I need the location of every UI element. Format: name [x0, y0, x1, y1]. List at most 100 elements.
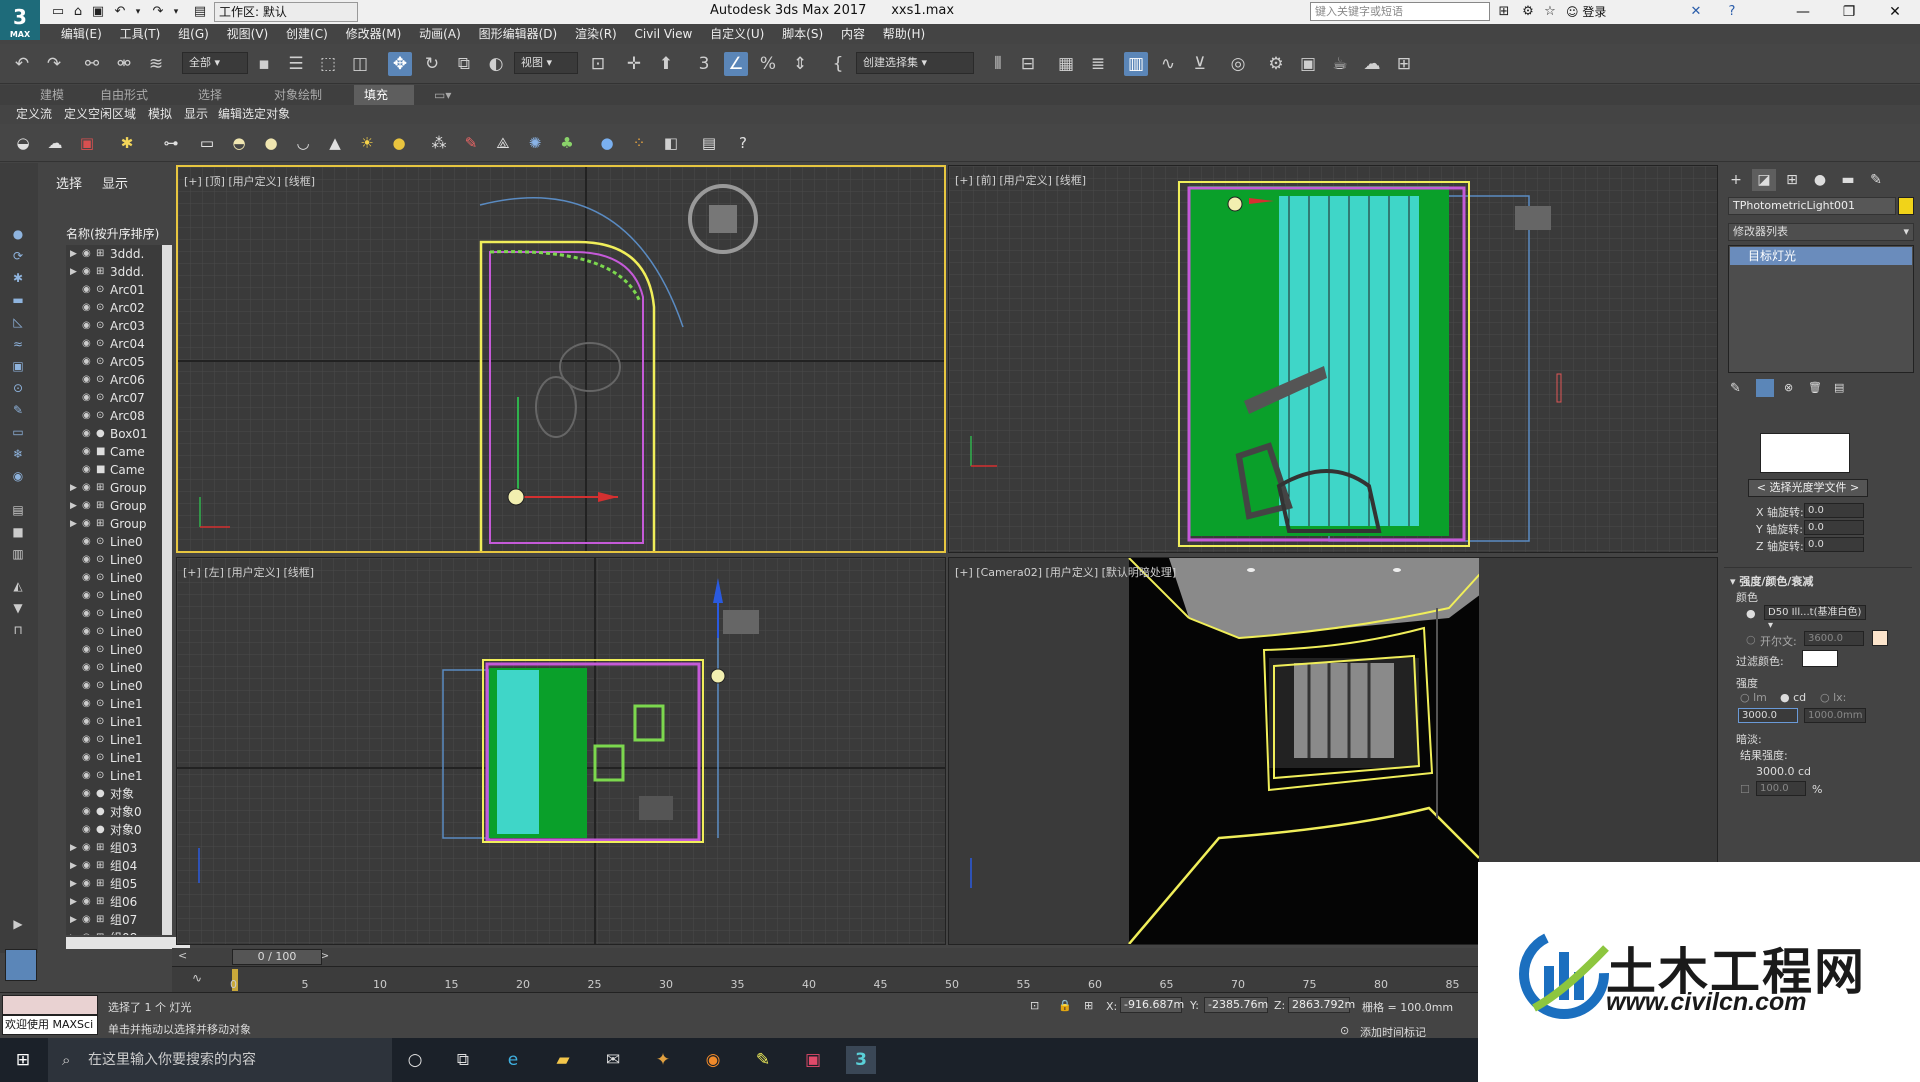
scene-explorer-row[interactable]: ▶ ◉ ⊞ Group	[66, 497, 162, 515]
render-production-icon[interactable]: ☕	[1328, 52, 1352, 76]
scene-explorer-row[interactable]: ▶ ◉ ⊞ 组08	[66, 929, 162, 935]
layer-explorer-icon[interactable]: ≣	[1086, 52, 1110, 76]
isolate-selection-icon[interactable]: ⊡	[1030, 999, 1039, 1012]
scene-explorer-row[interactable]: ▶ ◉ ⊞ Group	[66, 515, 162, 533]
cortana-icon[interactable]: ○	[400, 1046, 430, 1074]
color-preset-dropdown[interactable]: D50 Ill...t(基准白色) ▾	[1764, 605, 1866, 631]
scene-explorer-row[interactable]: ◉ ⊙ Line0	[66, 605, 162, 623]
make-unique-icon[interactable]: ⊗	[1784, 381, 1793, 394]
scene-explorer-row[interactable]: ▶ ◉ ⊞ 组03	[66, 839, 162, 857]
open-file-icon[interactable]: ⌂	[68, 2, 88, 22]
z-rotation-spinner[interactable]: 0.0	[1804, 537, 1864, 552]
select-place-icon[interactable]: ◐	[484, 52, 508, 76]
scene-explorer-row[interactable]: ◉ ⊙ Line0	[66, 587, 162, 605]
expand-triangle-icon[interactable]: ▶	[70, 479, 77, 497]
material-palette-icon[interactable]: ⁘	[628, 132, 650, 154]
menu-views[interactable]: 视图(V)	[220, 24, 276, 44]
menu-modifiers[interactable]: 修改器(M)	[339, 24, 409, 44]
visibility-eye-icon[interactable]: ◉	[82, 749, 91, 767]
visibility-eye-icon[interactable]: ◉	[82, 479, 91, 497]
angle-snap-icon[interactable]: ∠	[724, 52, 748, 76]
chat-app-icon[interactable]: ✉	[598, 1046, 628, 1074]
visibility-eye-icon[interactable]: ◉	[82, 335, 91, 353]
spot-icon[interactable]: ▲	[324, 132, 346, 154]
menu-group[interactable]: 组(G)	[171, 24, 216, 44]
scene-explorer-column-header[interactable]: 名称(按升序排序)	[66, 225, 159, 242]
scene-explorer-row[interactable]: ◉ ⊙ Line0	[66, 677, 162, 695]
file-explorer-icon[interactable]: ▰	[548, 1046, 578, 1074]
minimize-button[interactable]: —	[1780, 0, 1826, 24]
scene-explorer-row[interactable]: ◉ ⊙ Line1	[66, 767, 162, 785]
redo-icon[interactable]: ↷	[42, 52, 66, 76]
menu-customize[interactable]: 自定义(U)	[703, 24, 771, 44]
modifier-stack-item[interactable]: 目标灯光	[1730, 247, 1912, 265]
visibility-eye-icon[interactable]: ◉	[82, 353, 91, 371]
display-spacewarps-icon[interactable]: ≈	[8, 335, 28, 353]
show-end-result-icon[interactable]	[1756, 379, 1774, 397]
tab-selection[interactable]: 选择	[188, 85, 232, 105]
new-file-icon[interactable]: ▭	[48, 2, 68, 22]
workspace-dropdown[interactable]: 工作区: 默认	[214, 2, 358, 22]
expand-triangle-icon[interactable]: ▶	[70, 245, 77, 263]
image-app-icon[interactable]: ▣	[798, 1046, 828, 1074]
color-preset-radio[interactable]: ●	[1746, 607, 1756, 620]
visibility-eye-icon[interactable]: ◉	[82, 929, 91, 935]
scene-explorer-row[interactable]: ◉ ⊙ Arc02	[66, 299, 162, 317]
visibility-eye-icon[interactable]: ◉	[82, 407, 91, 425]
absolute-mode-icon[interactable]: ⊞	[1084, 999, 1093, 1012]
scene-explorer-toggle-icon[interactable]: ▦	[1054, 52, 1078, 76]
ribbon-edit-selected[interactable]: 编辑选定对象	[218, 105, 290, 123]
undo-dropdown-icon[interactable]: ▾	[128, 2, 148, 22]
viewport-front[interactable]: [+] [前] [用户定义] [线框]	[948, 165, 1718, 553]
scene-explorer-tab-select[interactable]: 选择	[56, 173, 82, 192]
particle-icon[interactable]: ✺	[524, 132, 546, 154]
kelvin-radio[interactable]: ○	[1746, 633, 1756, 646]
keyboard-shortcut-override-icon[interactable]: ⬆	[654, 52, 678, 76]
intensity-spinner[interactable]: 3000.0	[1738, 708, 1798, 723]
visibility-eye-icon[interactable]: ◉	[82, 569, 91, 587]
taskbar-search-box[interactable]: ⌕ 在这里输入你要搜索的内容	[48, 1038, 392, 1082]
plane-icon[interactable]: ▭	[196, 132, 218, 154]
menu-edit[interactable]: 编辑(E)	[54, 24, 109, 44]
undo-icon[interactable]: ↶	[110, 2, 130, 22]
exchange-icon[interactable]: ✕	[1686, 2, 1706, 22]
select-move-icon[interactable]: ✥	[388, 52, 412, 76]
create-panel-icon[interactable]: +	[1724, 169, 1748, 191]
select-by-name-icon[interactable]: ☰	[284, 52, 308, 76]
visibility-eye-icon[interactable]: ◉	[82, 497, 91, 515]
x-coordinate-field[interactable]: -916.687m	[1120, 997, 1184, 1013]
pivot-center-icon[interactable]: ⊡	[586, 52, 610, 76]
percent-snap-icon[interactable]: %	[756, 52, 780, 76]
kelvin-spinner[interactable]: 3600.0	[1804, 631, 1864, 646]
proxy-icon[interactable]: ⁂	[428, 132, 450, 154]
scene-explorer-row[interactable]: ◉ ⊙ Line1	[66, 731, 162, 749]
material-sphere-icon[interactable]: ●	[596, 132, 618, 154]
expand-triangle-icon[interactable]: ▶	[70, 929, 77, 935]
y-rotation-spinner[interactable]: 0.0	[1804, 520, 1864, 535]
ribbon-define-flows[interactable]: 定义流	[16, 105, 52, 123]
hierarchy-panel-icon[interactable]: ⊞	[1780, 169, 1804, 191]
menu-create[interactable]: 创建(C)	[279, 24, 335, 44]
menu-graph-editors[interactable]: 图形编辑器(D)	[472, 24, 565, 44]
visibility-eye-icon[interactable]: ◉	[82, 839, 91, 857]
cloud-icon[interactable]: ☁	[44, 132, 66, 154]
render-frame-icon[interactable]: ▣	[76, 132, 98, 154]
display-bones-icon[interactable]: ✎	[8, 401, 28, 419]
visibility-eye-icon[interactable]: ◉	[82, 911, 91, 929]
visibility-eye-icon[interactable]: ◉	[82, 371, 91, 389]
display-helpers-icon[interactable]: ◺	[8, 313, 28, 331]
window-crossing-icon[interactable]: ◫	[348, 52, 372, 76]
ribbon-toggle-icon[interactable]: ▥	[1124, 52, 1148, 76]
unlink-icon[interactable]: ⚮	[112, 52, 136, 76]
select-scale-icon[interactable]: ⧉	[452, 52, 476, 76]
pin-stack-icon[interactable]: ✎	[1730, 381, 1741, 396]
time-prev-icon[interactable]: <	[178, 949, 187, 962]
mirror-icon[interactable]: ⫴	[986, 52, 1010, 76]
align-icon[interactable]: ⊟	[1016, 52, 1040, 76]
scene-explorer-row[interactable]: ◉ ■ Came	[66, 461, 162, 479]
scene-explorer-row[interactable]: ◉ ⊙ Line1	[66, 749, 162, 767]
visibility-eye-icon[interactable]: ◉	[82, 623, 91, 641]
scene-explorer-row[interactable]: ◉ ⊙ Line0	[66, 533, 162, 551]
display-shapes-icon[interactable]: ⟳	[8, 247, 28, 265]
file-settings-icon[interactable]: ▤	[698, 132, 720, 154]
